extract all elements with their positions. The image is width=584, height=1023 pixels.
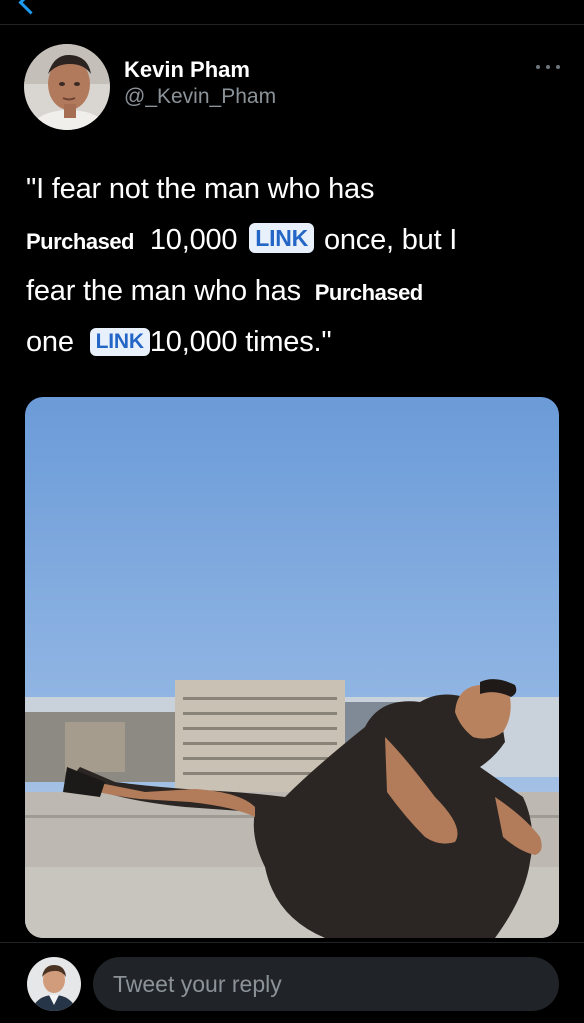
purchased-word: Purchased [314, 280, 424, 305]
top-bar [0, 0, 584, 25]
tweet-text: "I fear not the man who has Purchased 10… [26, 164, 566, 368]
tweet-line-4: one LINK 10,000 times." [26, 317, 566, 368]
tweet-fragment: fear the man who has [26, 275, 301, 307]
tweet-fragment: "I fear not the man who has [26, 173, 375, 205]
purchased-word: Purchased [26, 229, 135, 254]
tweet-fragment: one [26, 326, 74, 358]
link-badge[interactable]: LINK [249, 223, 315, 253]
link-badge[interactable]: LINK [89, 328, 150, 356]
current-user-avatar[interactable] [27, 957, 81, 1011]
tweet-fragment: once, but I [323, 224, 458, 256]
tweet-line-1: "I fear not the man who has [26, 164, 566, 215]
back-arrow-icon[interactable] [18, 0, 43, 15]
author-display-name[interactable]: Kevin Pham [124, 56, 276, 84]
tweet-fragment: 10,000 [149, 224, 238, 256]
tweet-header: Kevin Pham @_Kevin_Pham [24, 44, 560, 134]
tweet-fragment: 10,000 times." [149, 326, 332, 358]
reply-input[interactable]: Tweet your reply [93, 957, 559, 1011]
tweet-line-2: Purchased 10,000 LINK once, but I [26, 215, 566, 266]
author-avatar[interactable] [24, 44, 110, 130]
tweet-line-3: fear the man who has Purchased [26, 266, 566, 317]
more-options-icon[interactable] [536, 62, 560, 72]
author-handle[interactable]: @_Kevin_Pham [124, 84, 276, 110]
reply-bar: Tweet your reply [0, 942, 584, 1023]
tweet-media-image[interactable] [25, 397, 559, 938]
